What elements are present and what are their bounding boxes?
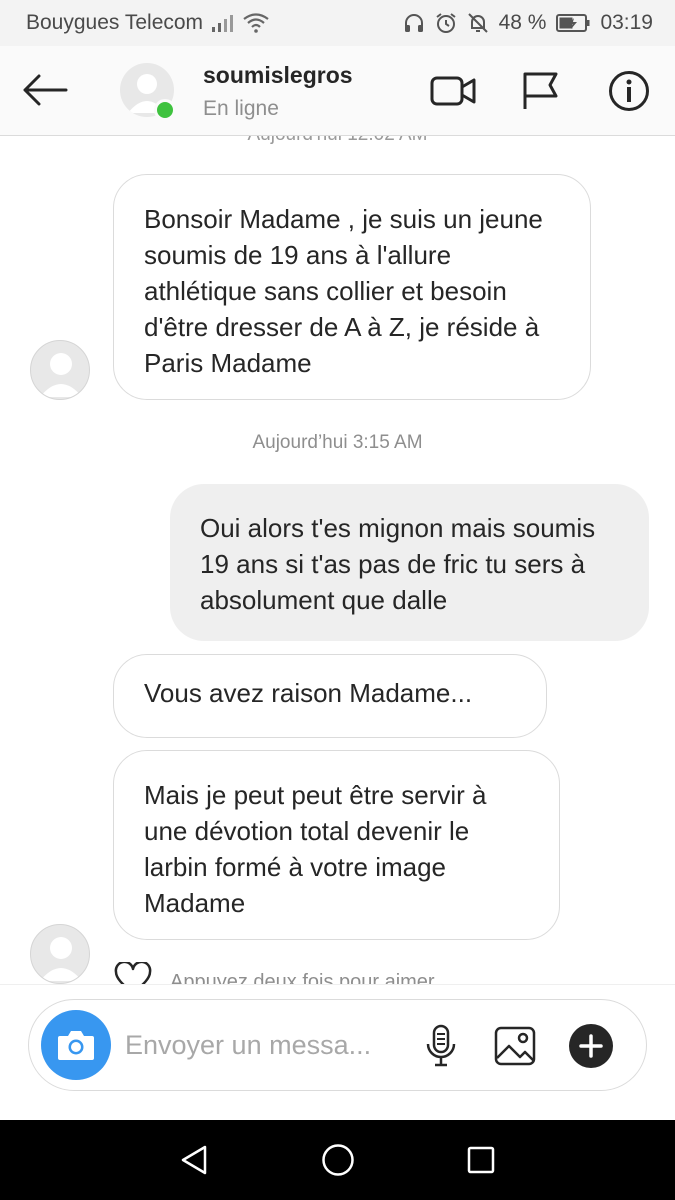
- message-composer: [0, 984, 675, 1120]
- gallery-button[interactable]: [491, 1022, 539, 1070]
- back-arrow-icon: [23, 74, 68, 106]
- microphone-icon: [426, 1024, 456, 1067]
- wifi-icon: [243, 13, 269, 33]
- heart-icon[interactable]: [114, 960, 152, 984]
- nav-home-button[interactable]: [316, 1140, 360, 1180]
- home-circle-icon: [322, 1144, 354, 1176]
- recents-square-icon: [467, 1146, 495, 1174]
- sender-avatar[interactable]: [30, 340, 90, 400]
- contact-online-status: En ligne: [203, 97, 279, 120]
- received-message[interactable]: Mais je peut peut être servir à une dévo…: [113, 750, 560, 940]
- received-message[interactable]: Vous avez raison Madame...: [113, 654, 547, 738]
- video-call-icon: [430, 76, 476, 106]
- gallery-icon: [494, 1026, 536, 1066]
- info-icon: [609, 71, 649, 111]
- info-button[interactable]: [606, 70, 652, 112]
- voice-message-button[interactable]: [417, 1022, 465, 1070]
- composer-field: [28, 999, 647, 1091]
- plus-icon: [569, 1024, 613, 1068]
- double-tap-like-hint: Appuyez deux fois pour aimer: [170, 970, 435, 985]
- status-bar: Bouygues Telecom 48 % 03:19: [0, 0, 675, 46]
- carrier-label: Bouygues Telecom: [26, 11, 204, 34]
- nav-recents-button[interactable]: [459, 1140, 503, 1180]
- battery-charging-icon: [556, 13, 590, 33]
- contact-username[interactable]: soumislegros: [203, 62, 353, 89]
- headphones-icon: [403, 12, 425, 34]
- timestamp: Aujourd'hui 12:02 AM: [0, 136, 675, 146]
- signal-icon: [211, 13, 235, 33]
- alarm-icon: [435, 12, 457, 34]
- message-input[interactable]: [125, 1022, 395, 1068]
- camera-icon: [58, 1031, 94, 1060]
- online-status-dot: [154, 99, 176, 121]
- battery-percent: 48 %: [498, 11, 547, 34]
- back-button[interactable]: [20, 68, 70, 112]
- message-thread[interactable]: Aujourd'hui 12:02 AM Bonsoir Madame , je…: [0, 136, 675, 984]
- flag-button[interactable]: [517, 70, 563, 112]
- camera-button[interactable]: [41, 1010, 111, 1080]
- timestamp: Aujourd’hui 3:15 AM: [252, 432, 423, 453]
- conversation-header: soumislegros En ligne: [0, 46, 675, 136]
- video-call-button[interactable]: [430, 70, 476, 112]
- nav-back-button[interactable]: [172, 1140, 216, 1180]
- mute-notifications-icon: [467, 12, 489, 34]
- clock-time: 03:19: [600, 11, 653, 34]
- sent-message[interactable]: Oui alors t'es mignon mais soumis 19 ans…: [170, 484, 649, 641]
- more-options-button[interactable]: [567, 1022, 615, 1070]
- system-navigation-bar: [0, 1120, 675, 1200]
- received-message[interactable]: Bonsoir Madame , je suis un jeune soumis…: [113, 174, 591, 400]
- like-hint-row: Appuyez deux fois pour aimer: [114, 960, 435, 985]
- sender-avatar[interactable]: [30, 924, 90, 984]
- back-triangle-icon: [181, 1145, 207, 1175]
- flag-icon: [523, 72, 558, 109]
